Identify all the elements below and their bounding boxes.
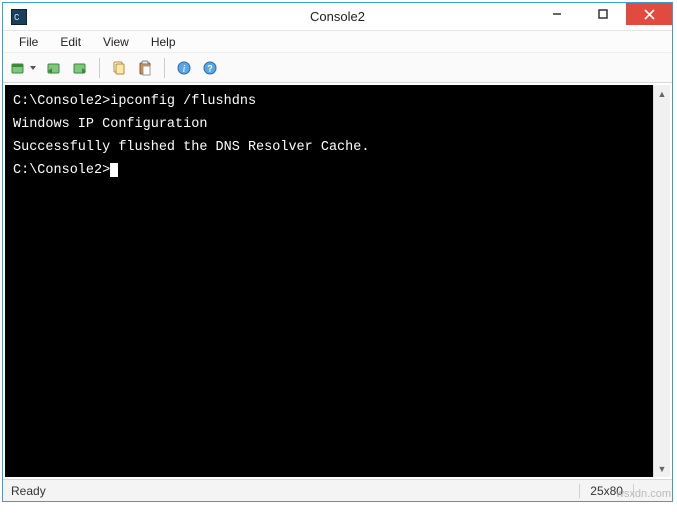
window-controls (534, 3, 672, 30)
prompt: C:\Console2> (13, 163, 110, 178)
toolbar-separator (164, 58, 165, 78)
info-button[interactable]: i (173, 57, 195, 79)
vertical-scrollbar[interactable]: ▲ ▼ (653, 85, 670, 477)
info-icon: i (176, 60, 192, 76)
next-tab-button[interactable] (69, 57, 91, 79)
next-tab-icon (72, 60, 88, 76)
terminal[interactable]: C:\Console2>ipconfig /flushdnsWindows IP… (5, 85, 670, 477)
terminal-container: C:\Console2>ipconfig /flushdnsWindows IP… (3, 83, 672, 479)
menubar: File Edit View Help (3, 31, 672, 53)
help-icon: ? (202, 60, 218, 76)
app-window: C Console2 File Edit View Help (2, 2, 673, 502)
prev-tab-button[interactable] (43, 57, 65, 79)
app-icon: C (11, 9, 27, 25)
status-right: 25x80 (579, 484, 664, 498)
scroll-down-icon[interactable]: ▼ (654, 460, 670, 477)
svg-text:i: i (183, 64, 186, 75)
terminal-line: Successfully flushed the DNS Resolver Ca… (13, 137, 662, 160)
toolbar-separator (99, 58, 100, 78)
maximize-button[interactable] (580, 3, 626, 25)
prompt: C:\Console2> (13, 94, 110, 109)
chevron-down-icon (30, 66, 36, 70)
status-empty (633, 484, 664, 498)
paste-icon (137, 60, 153, 76)
menu-file[interactable]: File (9, 33, 48, 51)
status-size: 25x80 (579, 484, 633, 498)
prev-tab-icon (46, 60, 62, 76)
command-text: ipconfig /flushdns (110, 94, 256, 109)
help-button[interactable]: ? (199, 57, 221, 79)
scroll-track[interactable] (654, 102, 670, 460)
svg-text:C: C (14, 13, 20, 22)
cursor (110, 163, 118, 177)
svg-text:?: ? (207, 63, 213, 73)
terminal-line: Windows IP Configuration (13, 114, 662, 137)
menu-edit[interactable]: Edit (50, 33, 91, 51)
copy-button[interactable] (108, 57, 130, 79)
menu-view[interactable]: View (93, 33, 139, 51)
new-tab-icon (11, 60, 27, 76)
scroll-up-icon[interactable]: ▲ (654, 85, 670, 102)
new-tab-button[interactable] (9, 57, 39, 79)
toolbar: i ? (3, 53, 672, 83)
titlebar[interactable]: C Console2 (3, 3, 672, 31)
statusbar: Ready 25x80 (3, 479, 672, 501)
close-button[interactable] (626, 3, 672, 25)
copy-icon (111, 60, 127, 76)
paste-button[interactable] (134, 57, 156, 79)
status-text: Ready (11, 484, 46, 498)
menu-help[interactable]: Help (141, 33, 186, 51)
minimize-button[interactable] (534, 3, 580, 25)
